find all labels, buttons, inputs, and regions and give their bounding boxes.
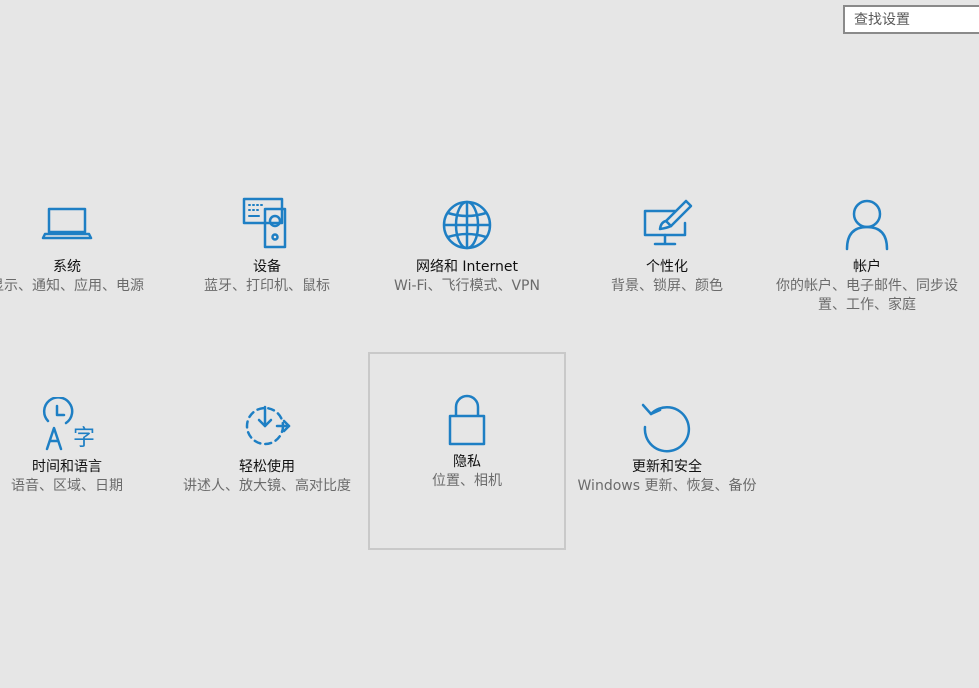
tile-ease-of-access[interactable]: 轻松使用 讲述人、放大镜、高对比度	[168, 357, 366, 555]
laptop-icon	[39, 197, 95, 253]
ease-of-access-icon	[239, 397, 295, 453]
tile-description: 讲述人、放大镜、高对比度	[183, 478, 351, 494]
person-icon	[839, 197, 895, 253]
globe-icon	[439, 197, 495, 253]
tile-title: 隐私	[453, 454, 481, 470]
keyboard-speaker-icon	[239, 197, 295, 253]
tile-description: Windows 更新、恢复、备份	[577, 478, 757, 494]
tile-title: 帐户	[853, 259, 881, 275]
tile-description: 语音、区域、日期	[11, 478, 123, 494]
tile-privacy[interactable]: 隐私 位置、相机	[368, 352, 566, 550]
tile-description: 背景、锁屏、颜色	[611, 278, 723, 294]
tile-system[interactable]: 系统 显示、通知、应用、电源	[0, 157, 166, 355]
tile-update-security[interactable]: 更新和安全 Windows 更新、恢复、备份	[568, 357, 766, 555]
tile-accounts[interactable]: 帐户 你的帐户、电子邮件、同步设置、工作、家庭	[768, 157, 966, 355]
tile-title: 时间和语言	[32, 459, 102, 475]
search-box[interactable]	[843, 5, 979, 34]
update-refresh-icon	[639, 397, 695, 453]
tile-description: 蓝牙、打印机、鼠标	[204, 278, 330, 294]
settings-home: 系统 显示、通知、应用、电源 设备 蓝牙、打印机、鼠标	[0, 0, 979, 688]
svg-text:字: 字	[73, 426, 95, 451]
tile-title: 网络和 Internet	[415, 259, 519, 275]
tile-description: 你的帐户、电子邮件、同步设置、工作、家庭	[776, 278, 958, 313]
tile-description: 位置、相机	[432, 473, 502, 489]
time-language-icon: 字	[39, 397, 95, 453]
paint-monitor-icon	[639, 197, 695, 253]
tile-title: 更新和安全	[632, 459, 702, 475]
tile-title: 设备	[253, 259, 281, 275]
tile-description: Wi-Fi、飞行模式、VPN	[394, 278, 540, 294]
tile-devices[interactable]: 设备 蓝牙、打印机、鼠标	[168, 157, 366, 355]
tile-title: 个性化	[646, 259, 688, 275]
lock-icon	[439, 392, 495, 448]
tile-personalization[interactable]: 个性化 背景、锁屏、颜色	[568, 157, 766, 355]
search-input[interactable]	[854, 11, 979, 28]
tile-network[interactable]: 网络和 Internet Wi-Fi、飞行模式、VPN	[368, 157, 566, 355]
tile-time-language[interactable]: 字 时间和语言 语音、区域、日期	[0, 357, 166, 555]
tile-title: 系统	[53, 259, 81, 275]
tile-title: 轻松使用	[239, 459, 295, 475]
tile-description: 显示、通知、应用、电源	[0, 278, 144, 294]
